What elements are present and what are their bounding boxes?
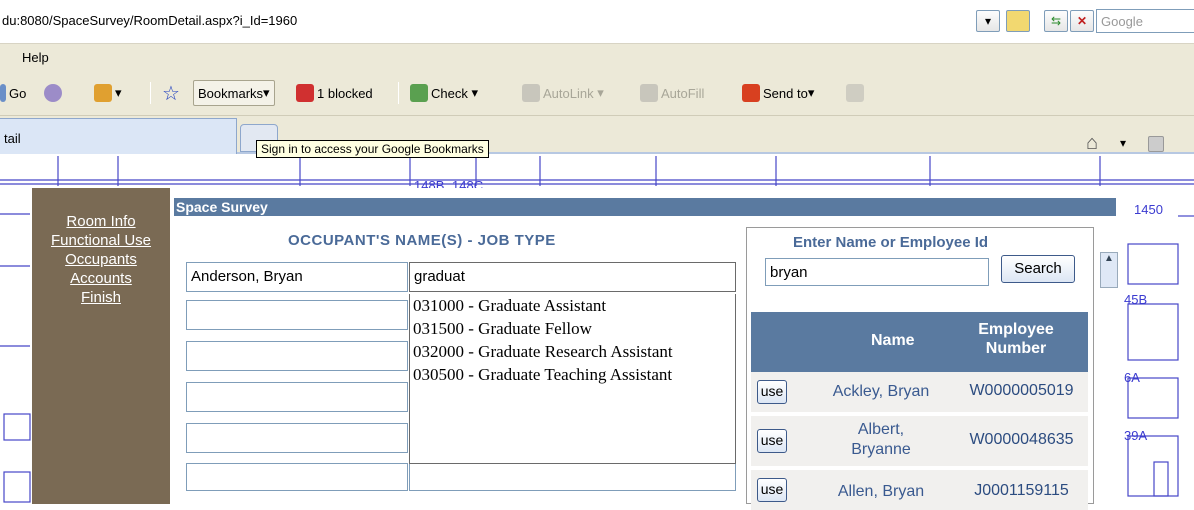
address-dropdown-button[interactable]: ▾ (976, 10, 1000, 32)
column-employee-number: Employee Number (978, 321, 1054, 357)
job-type-suggestions: 031000 - Graduate Assistant 031500 - Gra… (409, 294, 736, 464)
spellcheck-icon (410, 84, 428, 102)
job-type-input-1[interactable]: graduat (409, 262, 736, 292)
lookup-title: Enter Name or Employee Id (793, 234, 989, 251)
toolbar-divider (150, 82, 151, 104)
chevron-down-icon: ▾ (467, 85, 478, 100)
room-label-45b: 45B (1124, 292, 1148, 307)
wrench-icon (846, 84, 864, 102)
chevron-down-icon: ▾ (263, 85, 270, 100)
result-name: Albert, Bryanne (851, 421, 911, 458)
tab-bar: tail (0, 116, 1194, 154)
chevron-down-icon: ▾ (984, 14, 992, 28)
table-row: use Albert, Bryanne W0000048635 (751, 416, 1088, 466)
nav-functional-use[interactable]: Functional Use (32, 231, 170, 250)
nav-finish[interactable]: Finish (32, 288, 170, 307)
close-icon: ✕ (1076, 14, 1088, 28)
occupant-name-input-6[interactable] (186, 463, 408, 491)
panel-header: Space Survey (174, 198, 1116, 216)
occupant-name-input-4[interactable] (186, 382, 408, 412)
settings-icon (44, 84, 62, 102)
chevron-down-icon: ▾ (807, 85, 815, 100)
toolbar-puzzle-button[interactable]: ▾ (94, 82, 122, 104)
autofill-icon (640, 84, 658, 102)
table-row: use Allen, Bryan J0001159115 (751, 470, 1088, 510)
use-button[interactable]: use (757, 429, 787, 453)
nav-room-info[interactable]: Room Info (32, 212, 170, 231)
chevron-down-icon: ▾ (115, 85, 122, 100)
result-employee-number: W0000048635 (969, 431, 1074, 448)
refresh-icon: ⇆ (1050, 14, 1062, 28)
browser-search-input[interactable]: Google (1096, 9, 1194, 33)
send-to-button[interactable]: Send to ▾ (742, 82, 814, 104)
bookmarks-tooltip: Sign in to access your Google Bookmarks (256, 140, 489, 158)
result-name: Allen, Bryan (837, 483, 925, 500)
address-bar: du:8080/SpaceSurvey/RoomDetail.aspx?i_Id… (0, 0, 1194, 44)
search-placeholder: Google (1101, 14, 1143, 29)
chevron-down-icon[interactable]: ▾ (1120, 136, 1126, 150)
toolbar-divider (398, 82, 399, 104)
refresh-button[interactable]: ⇆ (1044, 10, 1068, 32)
autolink-icon (522, 84, 540, 102)
lock-icon[interactable] (1006, 10, 1030, 32)
results-header: Name Employee Number (751, 312, 1088, 372)
chevron-down-icon: ▾ (593, 85, 604, 100)
spell-check-button[interactable]: Check ▾ (410, 82, 478, 104)
result-employee-number: J0001159115 (974, 482, 1069, 499)
chevron-up-icon: ▲ (1104, 253, 1114, 264)
result-employee-number: W0000005019 (969, 382, 1074, 399)
feed-icon[interactable] (1148, 136, 1164, 152)
menu-help[interactable]: Help (22, 50, 49, 65)
occupant-name-input-1[interactable]: Anderson, Bryan (186, 262, 408, 292)
result-name: Ackley, Bryan (832, 383, 930, 400)
bookmarks-button[interactable]: Bookmarks ▾ (193, 80, 275, 106)
popup-blocker-icon (296, 84, 314, 102)
tab-label: tail (4, 131, 21, 146)
nav-accounts[interactable]: Accounts (32, 269, 170, 288)
home-icon[interactable]: ⌂ (1086, 132, 1098, 155)
occupant-name-input-5[interactable] (186, 423, 408, 453)
puzzle-icon (94, 84, 112, 102)
suggestion-graduate-fellow[interactable]: 031500 - Graduate Fellow (413, 317, 735, 340)
toolbar-edge-icon (0, 84, 6, 102)
popup-blocked-button[interactable]: 1 blocked (296, 82, 373, 104)
autolink-button[interactable]: AutoLink ▾ (522, 82, 604, 104)
column-name: Name (871, 332, 915, 349)
star-icon: ☆ (162, 82, 180, 105)
suggestion-graduate-teaching-assistant[interactable]: 030500 - Graduate Teaching Assistant (413, 363, 735, 386)
use-button[interactable]: use (757, 478, 787, 502)
job-type-input-6[interactable] (409, 463, 736, 491)
go-button[interactable]: Go (0, 82, 26, 104)
search-button[interactable]: Search (1001, 255, 1075, 283)
employee-search-input[interactable]: bryan (765, 258, 989, 286)
address-url[interactable]: du:8080/SpaceSurvey/RoomDetail.aspx?i_Id… (2, 13, 297, 28)
toolbar-settings-button[interactable] (44, 82, 65, 104)
occupant-name-input-3[interactable] (186, 341, 408, 371)
suggestion-graduate-assistant[interactable]: 031000 - Graduate Assistant (413, 294, 735, 317)
menu-bar: Help (0, 44, 1194, 70)
browser-toolbar: Go ▾ ☆ Bookmarks ▾ 1 blocked Check ▾ Aut… (0, 70, 1194, 116)
results-scrollbar[interactable]: ▲ (1100, 252, 1118, 288)
room-label-6a: 6A (1124, 370, 1140, 385)
table-row: use Ackley, Bryan W0000005019 (751, 372, 1088, 412)
bookmark-star-button[interactable]: ☆ (162, 82, 180, 105)
room-label-39a: 39A (1124, 428, 1148, 443)
suggestion-graduate-research-assistant[interactable]: 032000 - Graduate Research Assistant (413, 340, 735, 363)
stop-button[interactable]: ✕ (1070, 10, 1094, 32)
nav-occupants[interactable]: Occupants (32, 250, 170, 269)
employee-lookup-panel: Enter Name or Employee Id bryan Search N… (746, 227, 1094, 510)
toolbar-wrench-button[interactable] (846, 82, 867, 104)
autofill-button[interactable]: AutoFill (640, 82, 704, 104)
left-nav: Room Info Functional Use Occupants Accou… (32, 188, 170, 504)
room-label-1450: 1450 (1134, 202, 1163, 217)
use-button[interactable]: use (757, 380, 787, 404)
occupant-name-input-2[interactable] (186, 300, 408, 330)
occupants-title: OCCUPANT'S NAME(S) - JOB TYPE (288, 232, 556, 249)
tab-room-detail[interactable]: tail (0, 118, 237, 154)
send-icon (742, 84, 760, 102)
